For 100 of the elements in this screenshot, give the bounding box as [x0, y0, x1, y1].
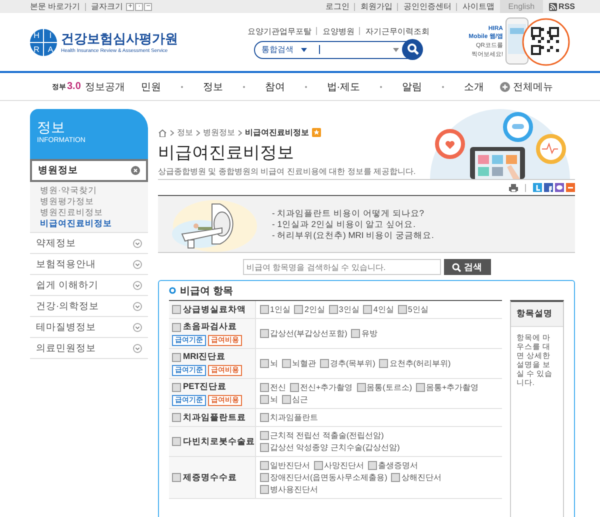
sidebar-item[interactable]: 테마질병정보 [30, 317, 148, 338]
checkbox[interactable] [172, 413, 181, 422]
checkbox[interactable] [391, 473, 400, 482]
checkbox[interactable] [172, 382, 181, 392]
sidebar-item[interactable]: 보험적용안내 [30, 254, 148, 275]
checkbox[interactable] [290, 383, 299, 392]
checkbox[interactable] [282, 359, 291, 368]
sidebar-item[interactable]: 쉽게 이해하기 [30, 275, 148, 296]
nav-item[interactable]: 민원 [140, 80, 161, 94]
checkbox[interactable] [260, 305, 269, 314]
checkbox[interactable] [260, 461, 269, 470]
search-field[interactable]: 비급여 항목명을 검색하실 수 있습니다. [242, 259, 440, 275]
quick-link[interactable]: 자기근무이력조회 [365, 26, 430, 36]
category-label: 치과임플란트료 [183, 412, 246, 424]
caret-icon [393, 48, 400, 52]
checkbox[interactable] [260, 359, 269, 368]
top-link[interactable]: 사이트맵 [462, 1, 494, 12]
checkbox[interactable] [351, 329, 360, 338]
checkbox[interactable] [282, 395, 291, 404]
checkbox[interactable] [260, 329, 269, 338]
checkbox[interactable] [379, 359, 388, 368]
checkbox[interactable] [260, 431, 269, 440]
checkbox[interactable] [260, 413, 269, 422]
quick-link[interactable]: 요양병원 [322, 26, 354, 36]
nav-item[interactable]: 참여 [264, 80, 285, 94]
search-icon [406, 43, 419, 55]
top-link[interactable]: 공인인증센터 [403, 1, 452, 12]
logo-title[interactable]: 건강보험심사평가원 [61, 30, 178, 48]
checkbox[interactable] [172, 437, 181, 446]
rss-link[interactable]: RSS [558, 2, 575, 11]
checkbox[interactable] [356, 383, 366, 392]
checkbox[interactable] [260, 443, 269, 452]
search-field[interactable]: 통합검색 [254, 40, 422, 58]
share-icon[interactable] [533, 183, 542, 192]
quick-link[interactable]: 요양기관업무포탈 [247, 26, 312, 36]
checkbox[interactable] [328, 305, 338, 314]
nav-item[interactable]: 정보 [202, 80, 223, 94]
print-icon[interactable] [509, 184, 518, 192]
nav-item[interactable]: 법·제도 [326, 80, 360, 94]
all-menu-link[interactable]: 전체메뉴 [513, 80, 553, 94]
submenu-item[interactable]: 병원진료비정보 [40, 207, 148, 218]
checkbox[interactable] [172, 473, 181, 482]
checkbox[interactable] [398, 305, 407, 314]
search-button[interactable]: 검색 [444, 259, 490, 275]
option-label: 2인실 [304, 304, 325, 315]
option-label: 요천추(허리부위) [389, 358, 451, 369]
sidebar-title: 정보 [37, 119, 66, 137]
rss-icon [548, 2, 557, 10]
star-icon[interactable] [312, 128, 321, 137]
checkbox[interactable] [416, 383, 425, 392]
option-label: 장애진단서(읍면동사무소제출용) [270, 472, 388, 483]
checkbox[interactable] [172, 352, 181, 362]
sidebar-item[interactable]: 약제정보 [30, 233, 148, 254]
sidebar-item[interactable]: 건강·의학정보 [30, 296, 148, 317]
option-label: 출생증명서 [378, 460, 418, 471]
submenu-item[interactable]: 병원·약국찾기 [40, 185, 148, 196]
share-icon[interactable] [555, 183, 564, 192]
nav-item[interactable]: 알림 [402, 80, 422, 94]
top-link[interactable]: 회원가입 [360, 1, 392, 12]
option-label: 몸통(토르소) [366, 382, 412, 393]
option-label: 몸통+추가촬영 [426, 382, 479, 393]
nav-item[interactable]: 소개 [464, 80, 484, 94]
checkbox[interactable] [260, 395, 269, 404]
open-info-link[interactable]: 정보공개 [84, 80, 125, 94]
top-link[interactable]: 로그인 [325, 1, 350, 12]
skip-link[interactable]: 본문 바로가기 [30, 1, 80, 12]
option-label: 3인실 [338, 304, 360, 315]
checkbox[interactable] [363, 305, 372, 314]
help-title: 항목설명 [511, 302, 563, 327]
checkbox[interactable] [368, 461, 377, 470]
checkbox[interactable] [294, 305, 304, 314]
checkbox[interactable] [314, 461, 323, 470]
checkbox[interactable] [172, 322, 181, 332]
category-label: MRI진단료 [183, 351, 226, 363]
option-label: 경추(목부위) [330, 358, 376, 369]
breadcrumb-link[interactable]: 비급여진료비정보 [245, 127, 309, 138]
checkbox[interactable] [260, 383, 269, 392]
checkbox[interactable] [260, 473, 269, 482]
section-heading: 비급여 항목 [180, 284, 233, 298]
sidebar-item[interactable]: 의료민원정보 [30, 338, 148, 359]
option-label: 상해진단서 [401, 472, 442, 483]
option-label: 사망진단서 [324, 460, 364, 471]
breadcrumb-link[interactable]: 병원정보 [203, 127, 235, 138]
checkbox[interactable] [172, 305, 181, 314]
gov-logo-version: 3.0 [67, 81, 81, 92]
breadcrumb-link[interactable]: 정보 [177, 127, 193, 138]
sidebar-item-label: 약제정보 [36, 236, 76, 250]
logo-letter: R [30, 42, 43, 56]
checkbox[interactable] [260, 485, 269, 494]
option-label: 5인실 [408, 304, 428, 315]
checkbox[interactable] [320, 359, 329, 368]
submenu-item[interactable]: 비급여진료비정보 [40, 218, 148, 229]
share-icon[interactable] [566, 183, 575, 192]
scope-dropdown[interactable]: 통합검색 [261, 44, 318, 55]
submenu-item[interactable]: 병원평가정보 [40, 196, 148, 207]
search-icon [452, 262, 461, 272]
search-button[interactable] [402, 38, 424, 60]
share-icon[interactable] [544, 183, 553, 192]
option-label: 4인실 [373, 304, 394, 315]
sidebar-item[interactable]: 병원정보 [30, 159, 148, 182]
